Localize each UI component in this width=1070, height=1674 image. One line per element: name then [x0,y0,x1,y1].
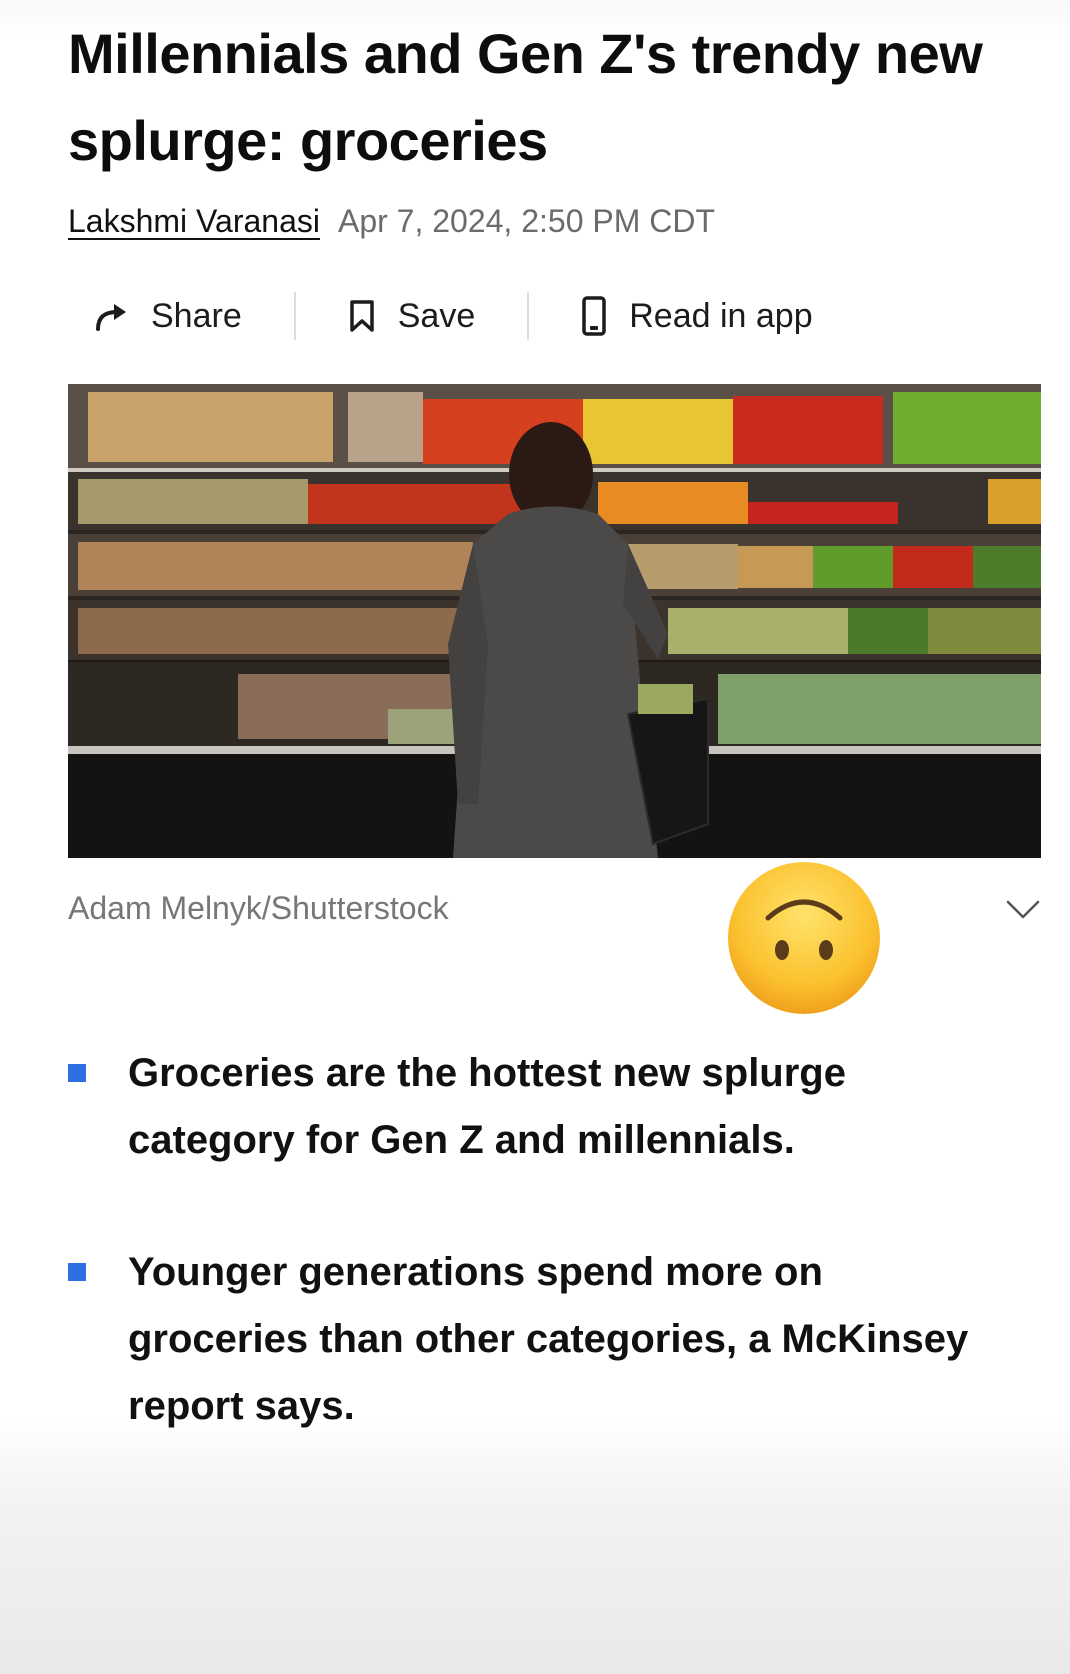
article-photo [68,384,1041,858]
grocery-shelves-image [68,384,1041,858]
read-in-app-button[interactable]: Read in app [581,295,813,337]
bullet-square-icon [68,1064,86,1082]
photo-credit: Adam Melnyk/Shutterstock [68,890,449,926]
publish-date: Apr 7, 2024, 2:50 PM CDT [337,203,716,239]
action-divider [527,292,530,340]
save-button[interactable]: Save [348,296,476,336]
key-point-text: Younger generations spend more on grocer… [128,1250,969,1428]
article-actions: Share Save Read in app [95,288,813,344]
key-point: Groceries are the hottest new splurge ca… [68,1040,1008,1174]
read-in-app-label: Read in app [629,296,813,335]
save-label: Save [397,296,476,335]
key-point: Younger generations spend more on grocer… [68,1239,1008,1440]
share-arrow-icon [96,304,126,331]
chevron-down-icon[interactable] [1006,900,1040,925]
phone-icon [582,296,606,336]
share-button[interactable]: Share [95,297,242,336]
byline: Lakshmi Varanasi Apr 7, 2024, 2:50 PM CDT [68,201,715,241]
share-label: Share [151,296,242,335]
key-points-list: Groceries are the hottest new splurge ca… [68,1040,1008,1505]
upside-down-face-emoji-icon [724,858,884,1023]
bullet-square-icon [68,1263,86,1281]
bookmark-icon [349,300,374,332]
action-divider [293,292,296,340]
key-point-text: Groceries are the hottest new splurge ca… [128,1051,846,1162]
article-headline: Millennials and Gen Z's trendy new splur… [68,22,983,172]
author-link[interactable]: Lakshmi Varanasi [68,203,320,239]
